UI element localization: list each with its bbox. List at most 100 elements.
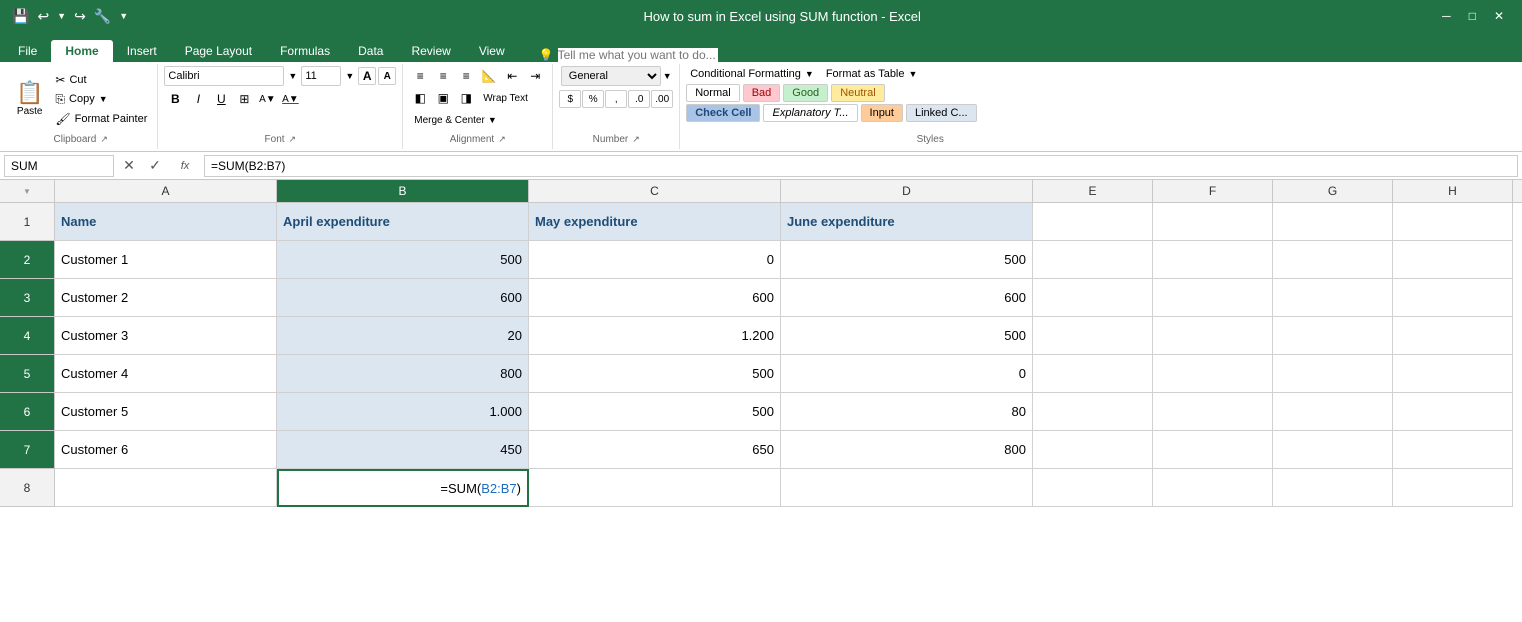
- indent-increase[interactable]: ⇥: [524, 66, 546, 86]
- cell-r8c6[interactable]: [1273, 469, 1393, 507]
- cell-r6c2[interactable]: 500: [529, 393, 781, 431]
- cell-r3c3[interactable]: 600: [781, 279, 1033, 317]
- cell-r4c0[interactable]: Customer 3: [55, 317, 277, 355]
- undo-icon[interactable]: ↩: [37, 8, 49, 25]
- align-top-center[interactable]: ≡: [432, 66, 454, 86]
- formula-cancel-button[interactable]: ✕: [118, 155, 140, 177]
- cell-r7c4[interactable]: [1033, 431, 1153, 469]
- cell-r4c4[interactable]: [1033, 317, 1153, 355]
- formula-input[interactable]: [204, 155, 1518, 177]
- align-top-right[interactable]: ≡: [455, 66, 477, 86]
- cell-r6c0[interactable]: Customer 5: [55, 393, 277, 431]
- cell-r3c0[interactable]: Customer 2: [55, 279, 277, 317]
- row-header-1[interactable]: 1: [0, 203, 55, 241]
- copy-button[interactable]: ⎘ Copy ▼: [51, 90, 151, 109]
- quick-access-toolbar[interactable]: 💾 ↩ ▼ ↪ 🔧 ▼: [12, 8, 128, 25]
- cell-r2c3[interactable]: 500: [781, 241, 1033, 279]
- cell-r7c3[interactable]: 800: [781, 431, 1033, 469]
- cell-r1c3[interactable]: June expenditure: [781, 203, 1033, 241]
- style-bad-button[interactable]: Bad: [743, 84, 781, 102]
- undo-dropdown-icon[interactable]: ▼: [57, 11, 66, 21]
- cell-r2c0[interactable]: Customer 1: [55, 241, 277, 279]
- corner-select-all[interactable]: [0, 180, 55, 202]
- font-name-dropdown[interactable]: ▼: [286, 71, 299, 81]
- save-icon[interactable]: 💾: [12, 8, 29, 25]
- cell-r4c7[interactable]: [1393, 317, 1513, 355]
- col-header-a[interactable]: A: [55, 180, 277, 202]
- font-size-decrease[interactable]: A: [378, 67, 396, 85]
- tab-data[interactable]: Data: [344, 40, 397, 62]
- cell-r2c7[interactable]: [1393, 241, 1513, 279]
- cell-r7c1[interactable]: 450: [277, 431, 529, 469]
- col-header-b[interactable]: B: [277, 180, 529, 202]
- alignment-expand[interactable]: ↗: [498, 134, 506, 145]
- cell-r3c7[interactable]: [1393, 279, 1513, 317]
- cell-r6c6[interactable]: [1273, 393, 1393, 431]
- maximize-icon[interactable]: □: [1463, 9, 1482, 23]
- cell-r2c5[interactable]: [1153, 241, 1273, 279]
- style-linked-button[interactable]: Linked C...: [906, 104, 977, 122]
- col-header-h[interactable]: H: [1393, 180, 1513, 202]
- merge-dropdown[interactable]: ▼: [488, 115, 497, 125]
- cell-r5c2[interactable]: 500: [529, 355, 781, 393]
- row-header-2[interactable]: 2: [0, 241, 55, 279]
- font-size-input[interactable]: [301, 66, 341, 86]
- cell-r3c2[interactable]: 600: [529, 279, 781, 317]
- cell-r6c5[interactable]: [1153, 393, 1273, 431]
- cell-r4c2[interactable]: 1.200: [529, 317, 781, 355]
- cell-r6c3[interactable]: 80: [781, 393, 1033, 431]
- cell-r5c4[interactable]: [1033, 355, 1153, 393]
- cell-r2c6[interactable]: [1273, 241, 1393, 279]
- conditional-formatting-button[interactable]: Conditional Formatting ▼: [686, 66, 818, 82]
- redo-icon[interactable]: ↪: [74, 8, 86, 25]
- cell-r8c2[interactable]: [529, 469, 781, 507]
- cell-r7c5[interactable]: [1153, 431, 1273, 469]
- style-input-button[interactable]: Input: [861, 104, 903, 122]
- cell-r7c0[interactable]: Customer 6: [55, 431, 277, 469]
- border-button[interactable]: ⊞: [233, 89, 255, 109]
- formula-confirm-button[interactable]: ✓: [144, 155, 166, 177]
- cell-r7c6[interactable]: [1273, 431, 1393, 469]
- cell-r6c7[interactable]: [1393, 393, 1513, 431]
- number-format-select[interactable]: General: [561, 66, 661, 86]
- cell-r1c7[interactable]: [1393, 203, 1513, 241]
- style-explanatory-button[interactable]: Explanatory T...: [763, 104, 857, 122]
- cond-dropdown[interactable]: ▼: [805, 69, 814, 79]
- align-right[interactable]: ◨: [455, 88, 477, 108]
- col-header-c[interactable]: C: [529, 180, 781, 202]
- cell-r7c7[interactable]: [1393, 431, 1513, 469]
- col-header-e[interactable]: E: [1033, 180, 1153, 202]
- currency-button[interactable]: $: [559, 90, 581, 108]
- indent-decrease[interactable]: ⇤: [501, 66, 523, 86]
- row-header-8[interactable]: 8: [0, 469, 55, 507]
- align-center[interactable]: ▣: [432, 88, 454, 108]
- customize-dropdown-icon[interactable]: ▼: [119, 11, 128, 21]
- fill-color-button[interactable]: A▼: [256, 89, 278, 109]
- row-header-4[interactable]: 4: [0, 317, 55, 355]
- cell-r1c6[interactable]: [1273, 203, 1393, 241]
- underline-button[interactable]: U: [210, 89, 232, 109]
- cell-r3c6[interactable]: [1273, 279, 1393, 317]
- cell-r5c0[interactable]: Customer 4: [55, 355, 277, 393]
- cell-r4c3[interactable]: 500: [781, 317, 1033, 355]
- tab-page-layout[interactable]: Page Layout: [171, 40, 266, 62]
- cell-r6c1[interactable]: 1.000: [277, 393, 529, 431]
- font-size-increase[interactable]: A: [358, 67, 376, 85]
- cell-r5c5[interactable]: [1153, 355, 1273, 393]
- font-name-input[interactable]: [164, 66, 284, 86]
- format-as-table-button[interactable]: Format as Table ▼: [822, 66, 922, 82]
- format-painter-button[interactable]: 🖌 Format Painter: [51, 110, 151, 128]
- tell-me-bar[interactable]: 💡: [529, 48, 728, 62]
- cell-r8c1[interactable]: =SUM(B2:B7): [277, 469, 529, 507]
- cell-r2c2[interactable]: 0: [529, 241, 781, 279]
- row-header-6[interactable]: 6: [0, 393, 55, 431]
- style-good-button[interactable]: Good: [783, 84, 828, 102]
- style-check-button[interactable]: Check Cell: [686, 104, 760, 122]
- italic-button[interactable]: I: [187, 89, 209, 109]
- decimal-decrease[interactable]: .00: [651, 90, 673, 108]
- window-controls[interactable]: ─ □ ✕: [1436, 9, 1510, 23]
- orientation-button[interactable]: 📐: [478, 66, 500, 86]
- cell-r5c7[interactable]: [1393, 355, 1513, 393]
- cell-r8c4[interactable]: [1033, 469, 1153, 507]
- cell-r8c5[interactable]: [1153, 469, 1273, 507]
